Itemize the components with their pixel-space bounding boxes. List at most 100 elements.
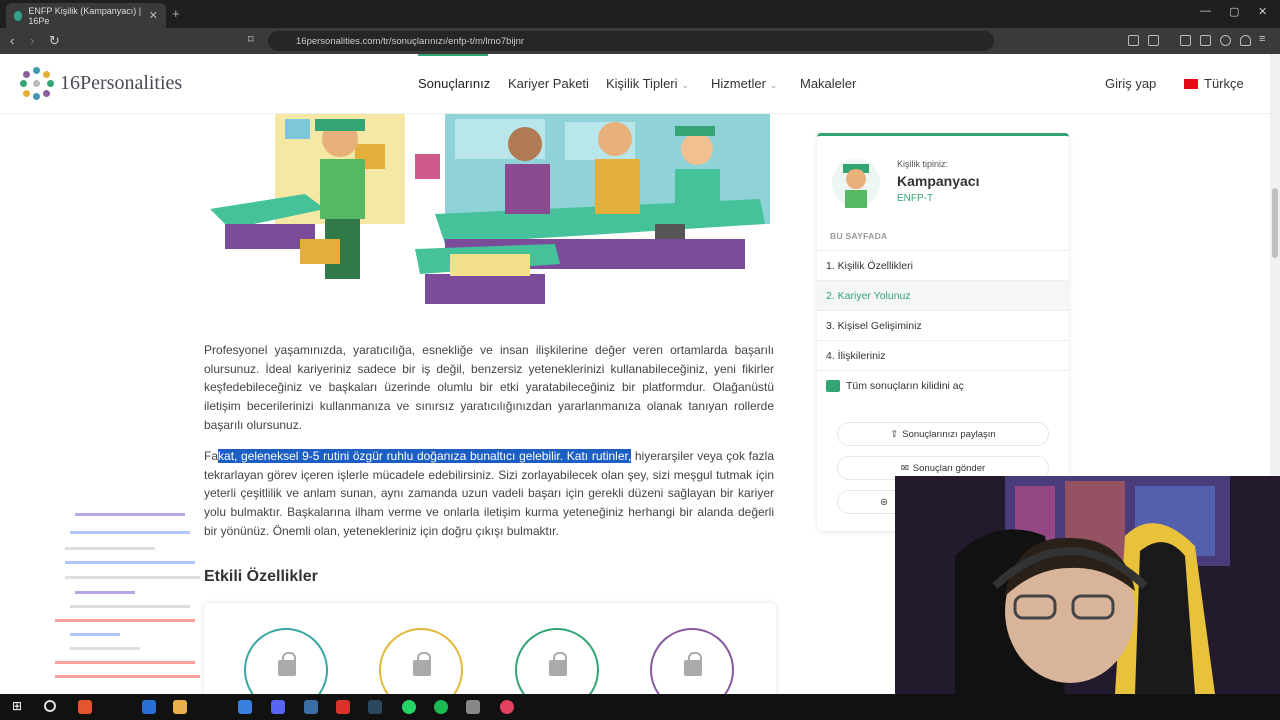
nav-personality-types-label: Kişilik Tipleri bbox=[606, 76, 678, 91]
browser-tab[interactable]: ENFP Kişilik (Kampanyacı) | 16Pe ✕ bbox=[6, 3, 166, 28]
logo-text: 16Personalities bbox=[60, 71, 183, 94]
leo-icon[interactable] bbox=[1220, 35, 1231, 46]
minimize-icon[interactable]: — bbox=[1200, 5, 1211, 17]
career-paragraph-1: Profesyonel yaşamınızda, yaratıcılığa, e… bbox=[204, 343, 774, 432]
url-text: 16personalities.com/tr/sonuçlarınızı/enf… bbox=[296, 35, 525, 47]
url-bar[interactable]: 16personalities.com/tr/sonuçlarınızı/enf… bbox=[268, 31, 994, 51]
edge-icon[interactable] bbox=[142, 700, 156, 714]
forward-icon[interactable]: › bbox=[30, 33, 34, 48]
unlock-label: Tüm sonuçların kilidini aç bbox=[846, 379, 964, 392]
back-icon[interactable]: ‹ bbox=[10, 33, 14, 48]
sidebar-item-unlock[interactable]: Tüm sonuçların kilidini aç bbox=[817, 370, 1069, 400]
personality-type-label: Kişilik tipiniz: bbox=[897, 159, 949, 169]
webcam-image bbox=[895, 476, 1280, 694]
chat-line bbox=[70, 633, 120, 636]
scrollbar-thumb[interactable] bbox=[1272, 188, 1278, 258]
app-icon[interactable] bbox=[500, 700, 514, 714]
spotify-icon[interactable] bbox=[434, 700, 448, 714]
paragraph-text: Fa bbox=[204, 449, 219, 463]
career-illustration bbox=[210, 114, 770, 304]
lock-icon bbox=[684, 652, 702, 676]
app-icon[interactable] bbox=[304, 700, 318, 714]
app-icon[interactable] bbox=[466, 700, 480, 714]
share-results-button[interactable]: ⇪ Sonuçlarınızı paylaşın bbox=[837, 422, 1049, 446]
chat-line bbox=[65, 576, 200, 579]
brave-icon[interactable] bbox=[78, 700, 92, 714]
browser-tab-bar: ENFP Kişilik (Kampanyacı) | 16Pe ✕ + — ▢… bbox=[0, 0, 1280, 28]
webcam-feed bbox=[895, 476, 1280, 694]
sidebar-item-relationships[interactable]: 4. İlişkileriniz bbox=[817, 340, 1069, 370]
whatsapp-icon[interactable] bbox=[402, 700, 416, 714]
chevron-down-icon: ⌄ bbox=[681, 80, 690, 90]
active-nav-indicator bbox=[418, 54, 488, 56]
tab-title: ENFP Kişilik (Kampanyacı) | 16Pe bbox=[28, 5, 142, 26]
career-paragraph-2: Fakat, geleneksel 9-5 rutini özgür ruhlu… bbox=[204, 447, 774, 541]
sidebar-item-traits[interactable]: 1. Kişilik Özellikleri bbox=[817, 250, 1069, 280]
nav-personality-types[interactable]: Kişilik Tipleri ⌄ bbox=[606, 76, 689, 91]
close-window-icon[interactable]: ✕ bbox=[1258, 5, 1267, 18]
chat-line bbox=[65, 561, 195, 564]
turkey-flag-icon bbox=[1184, 78, 1198, 89]
wallet-icon[interactable] bbox=[1200, 35, 1211, 46]
mail-icon: ✉ bbox=[900, 462, 909, 474]
nav-articles[interactable]: Makaleler bbox=[800, 76, 856, 91]
sidebar-item-growth[interactable]: 3. Kişisel Gelişiminiz bbox=[817, 310, 1069, 340]
chat-line bbox=[75, 513, 185, 516]
chat-line bbox=[70, 605, 190, 608]
chat-line bbox=[70, 647, 140, 650]
nav-results[interactable]: Sonuçlarınız bbox=[418, 76, 490, 91]
section-title: Etkili Özellikler bbox=[204, 568, 318, 585]
chat-line bbox=[70, 531, 190, 534]
login-link[interactable]: Giriş yap bbox=[1105, 76, 1156, 91]
screenshot-icon[interactable] bbox=[1148, 35, 1159, 46]
file-explorer-icon[interactable] bbox=[173, 700, 187, 714]
site-logo[interactable]: 16Personalities bbox=[20, 66, 182, 100]
search-icon[interactable] bbox=[44, 700, 56, 712]
logo-mark-icon bbox=[20, 66, 54, 100]
menu-icon[interactable]: ≡ bbox=[1259, 33, 1265, 45]
windows-start-icon[interactable]: ⊞ bbox=[12, 699, 22, 713]
nav-services-label: Hizmetler bbox=[711, 76, 766, 91]
site-favicon-icon bbox=[14, 10, 23, 21]
windows-taskbar: ⊞ bbox=[0, 694, 1280, 720]
send-label: Sonuçları gönder bbox=[912, 462, 986, 474]
reload-icon[interactable]: ↻ bbox=[49, 33, 60, 49]
personality-name: Kampanyacı bbox=[897, 173, 980, 189]
chat-line bbox=[65, 547, 155, 550]
bookmark-icon[interactable]: ⌑ bbox=[248, 33, 254, 46]
steam-icon[interactable] bbox=[368, 700, 382, 714]
nav-career-package[interactable]: Kariyer Paketi bbox=[508, 76, 589, 91]
extensions-icon[interactable] bbox=[1128, 35, 1139, 46]
app-icon[interactable] bbox=[336, 700, 350, 714]
maximize-icon[interactable]: ▢ bbox=[1229, 5, 1239, 18]
download-icon: ⊜ bbox=[880, 496, 888, 508]
selected-text: kat, geleneksel 9-5 rutini özgür ruhlu d… bbox=[218, 449, 632, 463]
chat-line bbox=[55, 619, 195, 622]
sidebar-item-career[interactable]: 2. Kariyer Yolunuz bbox=[817, 280, 1069, 310]
new-tab-icon[interactable]: + bbox=[172, 6, 180, 21]
language-selector[interactable]: Türkçe bbox=[1184, 76, 1244, 91]
traits-card bbox=[204, 603, 776, 712]
vpn-icon[interactable] bbox=[1240, 35, 1251, 46]
personality-code: ENFP-T bbox=[897, 193, 934, 204]
discord-icon[interactable] bbox=[271, 700, 285, 714]
close-tab-icon[interactable]: ✕ bbox=[149, 9, 158, 22]
chat-line bbox=[75, 591, 135, 594]
app-icon[interactable] bbox=[238, 700, 252, 714]
lock-icon bbox=[278, 652, 296, 676]
chat-line bbox=[55, 675, 200, 678]
site-header: 16Personalities Sonuçlarınız Kariyer Pak… bbox=[0, 54, 1270, 114]
chevron-down-icon: ⌄ bbox=[769, 80, 778, 90]
chat-line bbox=[55, 661, 195, 664]
lock-icon bbox=[549, 652, 567, 676]
nav-services[interactable]: Hizmetler ⌄ bbox=[711, 76, 777, 91]
lock-icon bbox=[413, 652, 431, 676]
language-label: Türkçe bbox=[1204, 76, 1244, 91]
sidebar-icon[interactable] bbox=[1180, 35, 1191, 46]
on-this-page-heading: BU SAYFADA bbox=[830, 231, 888, 241]
results-sidebar: Kişilik tipiniz: Kampanyacı ENFP-T BU SA… bbox=[817, 133, 1069, 531]
stream-chat-overlay bbox=[40, 503, 210, 693]
share-label: Sonuçlarınızı paylaşın bbox=[902, 428, 996, 440]
address-toolbar: ‹ › ↻ ⌑ 16personalities.com/tr/sonuçları… bbox=[0, 28, 1280, 73]
unlock-icon bbox=[826, 379, 840, 392]
